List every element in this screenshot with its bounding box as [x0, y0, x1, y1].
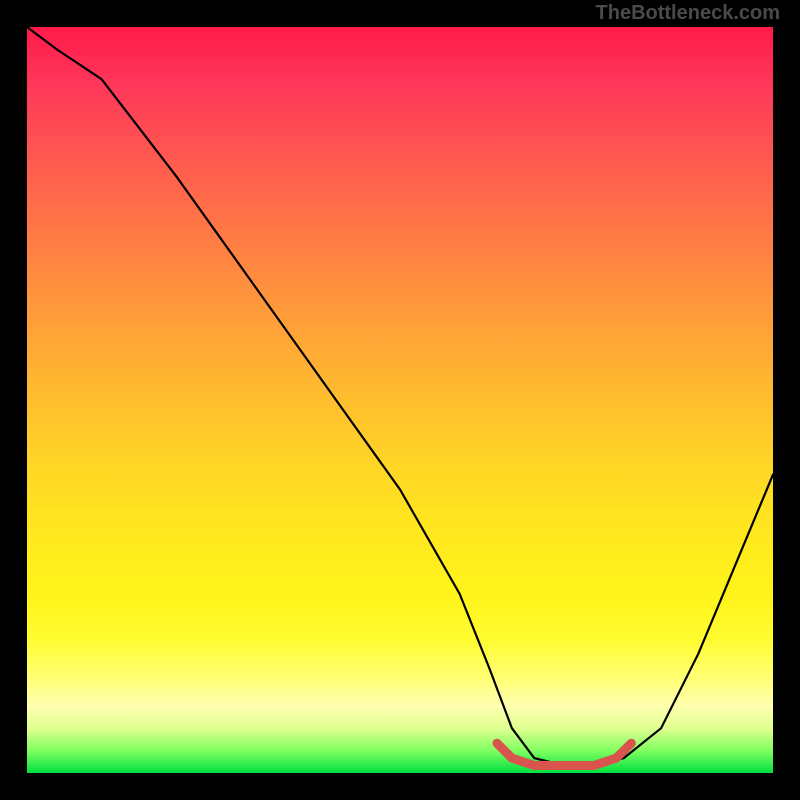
optimal-marker-path	[497, 743, 631, 765]
bottleneck-curve-path	[27, 27, 773, 766]
plot-area	[27, 27, 773, 773]
chart-svg	[27, 27, 773, 773]
attribution-text: TheBottleneck.com	[596, 2, 780, 25]
